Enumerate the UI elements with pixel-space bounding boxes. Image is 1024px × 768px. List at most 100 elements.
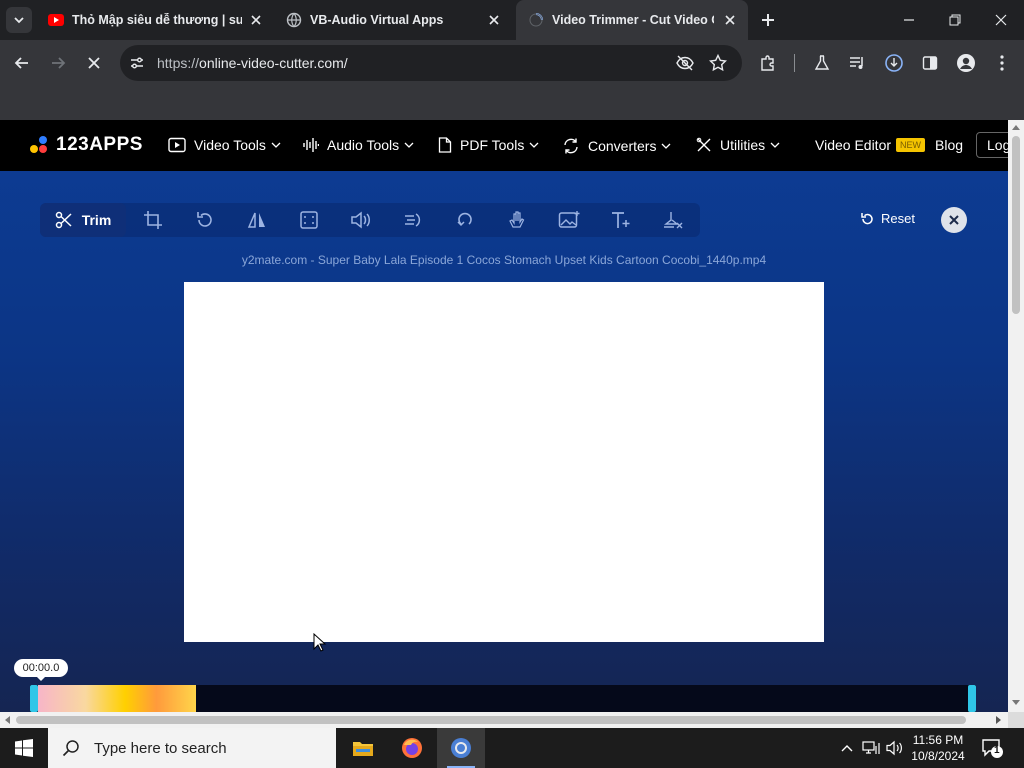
horizontal-scrollbar[interactable] bbox=[0, 712, 1008, 728]
site-header: 123APPS Video Tools Audio Tools PDF Tool… bbox=[0, 120, 1008, 171]
tab-search-button[interactable] bbox=[6, 7, 32, 33]
timeline-track[interactable] bbox=[30, 685, 976, 712]
nav-pdf-tools[interactable]: PDF Tools bbox=[438, 137, 539, 153]
new-badge: NEW bbox=[896, 138, 926, 152]
tab-vb-audio[interactable]: VB-Audio Virtual Apps bbox=[274, 0, 512, 40]
nav-utilities[interactable]: Utilities bbox=[696, 137, 780, 153]
video-preview[interactable] bbox=[184, 282, 824, 642]
scroll-left-icon[interactable] bbox=[4, 716, 10, 724]
side-panel-button[interactable] bbox=[918, 51, 942, 75]
waveform-icon bbox=[303, 138, 319, 152]
loop-icon bbox=[457, 212, 472, 227]
close-editor-button[interactable] bbox=[941, 207, 967, 233]
trim-tool-button[interactable]: Trim bbox=[40, 203, 126, 237]
stamp-remove-icon bbox=[664, 212, 683, 229]
scroll-up-icon[interactable] bbox=[1012, 124, 1020, 130]
reset-button[interactable]: Reset bbox=[860, 211, 915, 226]
network-button[interactable] bbox=[860, 728, 882, 768]
nav-converters[interactable]: Converters bbox=[562, 137, 671, 155]
add-text-icon bbox=[612, 212, 630, 228]
volume-button[interactable] bbox=[884, 728, 906, 768]
resize-tool-button[interactable] bbox=[297, 208, 321, 232]
nav-video-tools[interactable]: Video Tools bbox=[168, 137, 281, 153]
windows-taskbar: Type here to search 11:56 PM 10/8/2024 1 bbox=[0, 728, 1024, 768]
address-bar[interactable]: https://online-video-cutter.com/ bbox=[120, 45, 742, 81]
site-logo[interactable]: 123APPS bbox=[30, 134, 143, 156]
taskbar-file-explorer[interactable] bbox=[339, 728, 387, 768]
browser-toolbar: https://online-video-cutter.com/ bbox=[0, 40, 1024, 86]
playlist-icon bbox=[850, 57, 863, 69]
flip-tool-button[interactable] bbox=[245, 208, 269, 232]
new-tab-button[interactable] bbox=[758, 10, 778, 30]
tab-video-trimmer[interactable]: Video Trimmer - Cut Video Onl bbox=[516, 0, 748, 40]
taskbar-chrome[interactable] bbox=[437, 728, 485, 768]
scrollbar-thumb[interactable] bbox=[1012, 136, 1020, 314]
site-settings-icon[interactable] bbox=[129, 55, 145, 76]
menu-button[interactable] bbox=[990, 51, 1014, 75]
close-tab-icon[interactable] bbox=[722, 12, 738, 28]
close-tab-icon[interactable] bbox=[248, 12, 264, 28]
crop-tool-button[interactable] bbox=[141, 208, 165, 232]
back-button[interactable] bbox=[10, 51, 34, 75]
text-tool-button[interactable] bbox=[609, 208, 633, 232]
scroll-right-icon[interactable] bbox=[996, 716, 1002, 724]
labs-button[interactable] bbox=[810, 51, 834, 75]
stabilize-tool-button[interactable] bbox=[505, 208, 529, 232]
chevron-down-icon bbox=[662, 143, 671, 149]
nav-video-editor[interactable]: Video Editor NEW bbox=[815, 137, 926, 153]
loop-tool-button[interactable] bbox=[453, 208, 477, 232]
star-icon[interactable] bbox=[708, 53, 728, 77]
download-button[interactable] bbox=[882, 51, 906, 75]
login-button[interactable]: Log bbox=[976, 132, 1008, 158]
nav-audio-tools[interactable]: Audio Tools bbox=[303, 137, 414, 153]
speaker-icon bbox=[886, 740, 902, 756]
speed-tool-button[interactable] bbox=[401, 208, 425, 232]
start-button[interactable] bbox=[0, 728, 48, 768]
taskbar-search[interactable]: Type here to search bbox=[48, 728, 336, 768]
scrollbar-thumb[interactable] bbox=[16, 716, 966, 724]
web-page: 123APPS Video Tools Audio Tools PDF Tool… bbox=[0, 120, 1008, 712]
chevron-up-icon bbox=[841, 745, 853, 752]
close-icon bbox=[995, 14, 1007, 26]
media-control-button[interactable] bbox=[846, 51, 870, 75]
restore-button[interactable] bbox=[932, 0, 978, 40]
image-icon bbox=[558, 211, 580, 228]
tab-youtube[interactable]: Thỏ Mập siêu dễ thương | sup bbox=[36, 0, 274, 40]
url-text: https://online-video-cutter.com/ bbox=[157, 55, 348, 71]
avatar-icon bbox=[957, 54, 975, 72]
rotate-icon bbox=[197, 212, 212, 227]
system-clock[interactable]: 11:56 PM 10/8/2024 bbox=[905, 732, 971, 764]
flask-icon bbox=[814, 55, 830, 70]
close-window-button[interactable] bbox=[978, 0, 1024, 40]
vertical-scrollbar[interactable] bbox=[1008, 120, 1024, 712]
eye-off-icon[interactable] bbox=[676, 55, 694, 76]
stop-loading-button[interactable] bbox=[82, 51, 106, 75]
mouse-cursor-icon bbox=[313, 632, 327, 658]
image-tool-button[interactable] bbox=[557, 208, 581, 232]
forward-button[interactable] bbox=[46, 51, 70, 75]
volume-tool-button[interactable] bbox=[349, 208, 373, 232]
extensions-button[interactable] bbox=[756, 51, 780, 75]
folder-icon bbox=[353, 742, 373, 756]
firefox-icon bbox=[402, 738, 422, 758]
taskbar-firefox[interactable] bbox=[388, 728, 436, 768]
chevron-down-icon bbox=[14, 17, 24, 24]
minimize-button[interactable] bbox=[886, 0, 932, 40]
arrow-left-icon bbox=[14, 57, 28, 69]
notification-center-button[interactable]: 1 bbox=[980, 736, 1004, 765]
resize-icon bbox=[300, 211, 318, 229]
trim-start-handle[interactable] bbox=[30, 685, 38, 712]
search-icon bbox=[62, 740, 79, 757]
flip-icon bbox=[247, 212, 265, 228]
show-hidden-icons-button[interactable] bbox=[838, 728, 856, 768]
remove-logo-tool-button[interactable] bbox=[661, 208, 685, 232]
scroll-down-icon[interactable] bbox=[1012, 700, 1020, 706]
rotate-tool-button[interactable] bbox=[193, 208, 217, 232]
undo-icon bbox=[861, 212, 873, 224]
trim-end-handle[interactable] bbox=[968, 685, 976, 712]
search-placeholder: Type here to search bbox=[94, 739, 227, 757]
chevron-down-icon bbox=[529, 142, 539, 148]
nav-blog[interactable]: Blog bbox=[935, 137, 963, 153]
profile-button[interactable] bbox=[954, 51, 978, 75]
close-tab-icon[interactable] bbox=[486, 12, 502, 28]
